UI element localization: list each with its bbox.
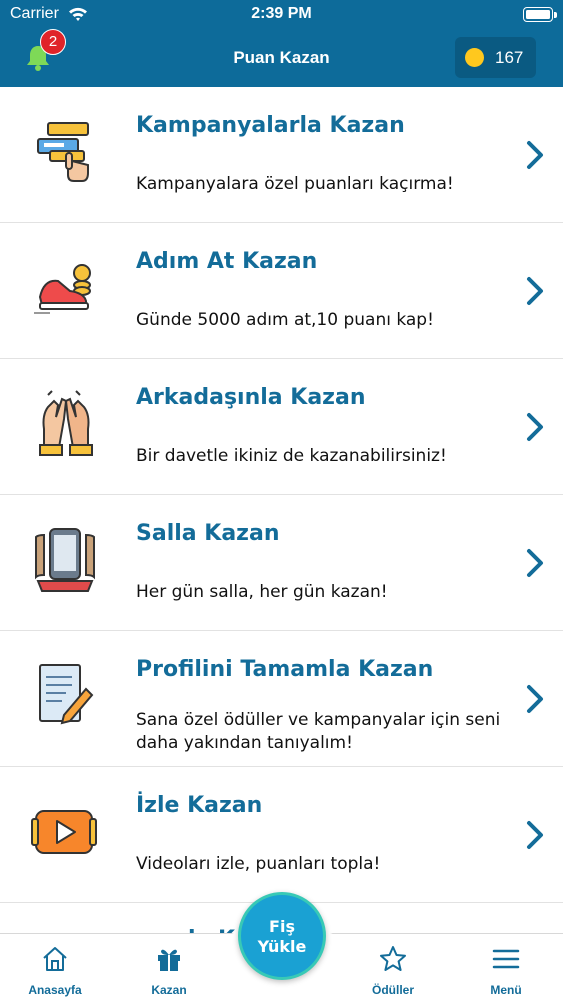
tab-label: Anasayfa	[28, 983, 82, 997]
chevron-right-icon	[527, 277, 543, 305]
tab-label: Menü	[490, 983, 522, 997]
campaign-cards-icon	[37, 122, 89, 182]
earn-options-list: Kampanyalarla Kazan Kampanyalara özel pu…	[0, 87, 563, 968]
sneaker-coins-icon	[34, 264, 91, 314]
item-title: Salla Kazan	[136, 521, 280, 546]
chevron-right-icon	[527, 413, 543, 441]
upload-receipt-button[interactable]: Fiş Yükle	[238, 892, 326, 980]
shake-phone-icon	[35, 528, 95, 592]
chevron-right-icon	[527, 141, 543, 169]
upload-label-line1: Fiş	[269, 917, 295, 936]
status-bar: Carrier 2:39 PM	[0, 0, 563, 30]
chevron-right-icon	[527, 549, 543, 577]
profile-form-icon	[39, 664, 94, 725]
item-title: Arkadaşınla Kazan	[136, 385, 366, 410]
tab-home[interactable]: Anasayfa	[0, 934, 110, 1000]
tab-rewards[interactable]: Ödüller	[338, 934, 448, 1000]
battery-icon	[523, 7, 557, 22]
high-five-icon	[39, 390, 93, 456]
tab-label: Ödüller	[371, 983, 414, 997]
item-description: Sana özel ödüller ve kampanyalar için se…	[136, 710, 501, 753]
chevron-right-icon	[527, 685, 543, 713]
item-title: Adım At Kazan	[136, 249, 318, 274]
header-bar: Carrier 2:39 PM 2 Puan Kazan 167	[0, 0, 563, 87]
home-icon	[43, 947, 67, 971]
item-title: Profilini Tamamla Kazan	[136, 657, 434, 682]
coin-balance[interactable]: 167	[455, 37, 536, 78]
list-item-complete-profile[interactable]: Profilini Tamamla Kazan Sana özel ödülle…	[0, 631, 563, 767]
star-icon	[380, 946, 406, 971]
gift-icon	[158, 949, 180, 971]
tab-earn[interactable]: Kazan	[114, 934, 224, 1000]
list-item-invite-friend[interactable]: Arkadaşınla Kazan Bir davetle ikiniz de …	[0, 359, 563, 495]
list-item-watch[interactable]: İzle Kazan Videoları izle, puanları topl…	[0, 767, 563, 903]
list-item-shake[interactable]: Salla Kazan Her gün salla, her gün kazan…	[0, 495, 563, 631]
upload-label-line2: Yükle	[257, 937, 307, 956]
chevron-right-icon	[527, 821, 543, 849]
tab-menu[interactable]: Menü	[451, 934, 561, 1000]
tab-label: Kazan	[151, 983, 187, 997]
hamburger-menu-icon	[492, 949, 520, 969]
video-play-icon	[31, 810, 97, 854]
list-item-steps[interactable]: Adım At Kazan Günde 5000 adım at,10 puan…	[0, 223, 563, 359]
item-description: Kampanyalara özel puanları kaçırma!	[136, 174, 454, 194]
item-description: Günde 5000 adım at,10 puanı kap!	[136, 310, 434, 330]
coin-icon	[465, 48, 484, 67]
item-title: Kampanyalarla Kazan	[136, 113, 405, 138]
list-item-campaigns[interactable]: Kampanyalarla Kazan Kampanyalara özel pu…	[0, 87, 563, 223]
item-title: İzle Kazan	[136, 793, 263, 818]
coin-count: 167	[495, 48, 524, 67]
item-description: Her gün salla, her gün kazan!	[136, 582, 388, 602]
clock: 2:39 PM	[251, 5, 312, 22]
item-description: Bir davetle ikiniz de kazanabilirsiniz!	[136, 446, 447, 466]
item-description: Videoları izle, puanları topla!	[136, 854, 381, 874]
